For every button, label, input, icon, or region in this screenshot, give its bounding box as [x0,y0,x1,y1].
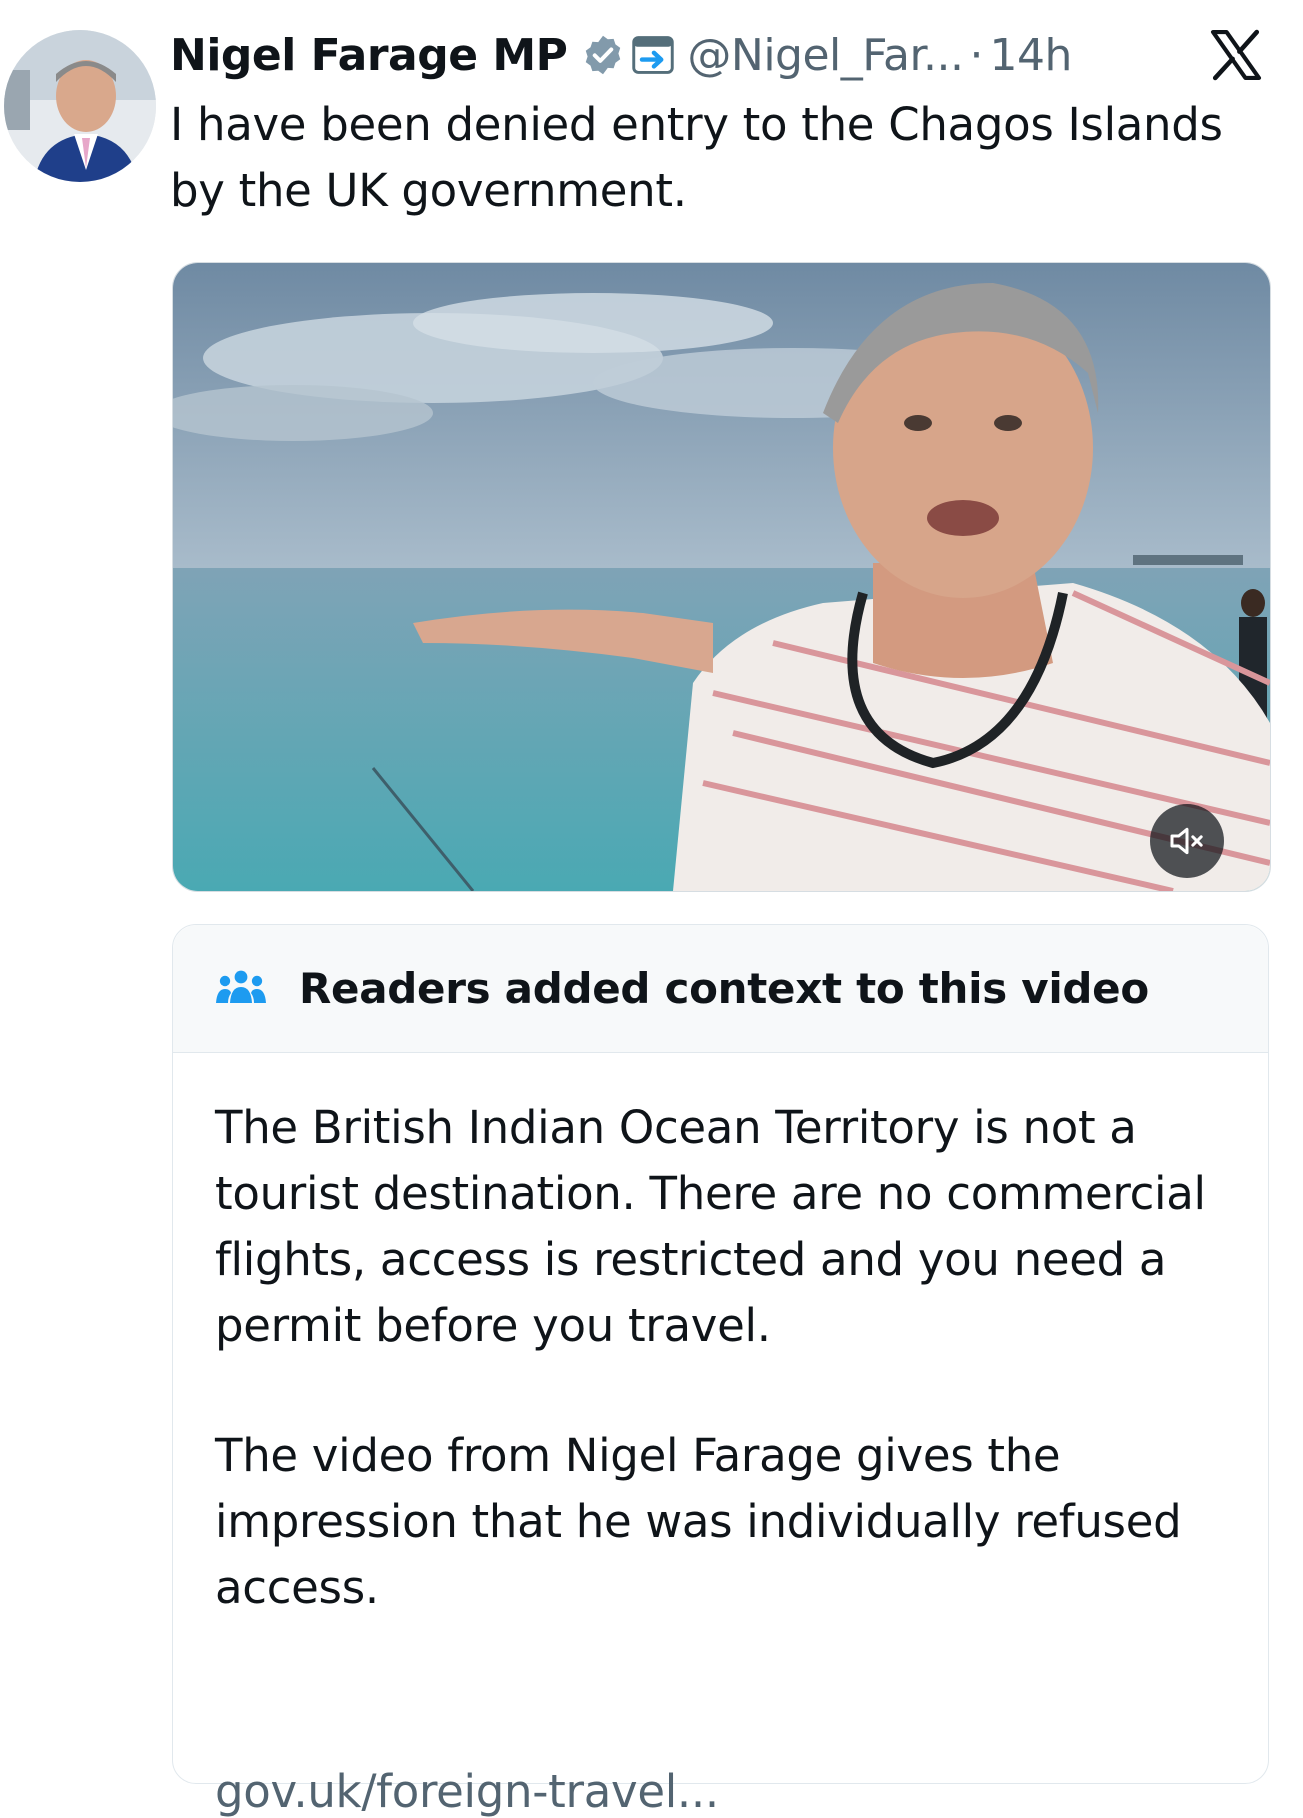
community-note-header[interactable]: Readers added context to this video [173,925,1268,1053]
community-note: Readers added context to this video The … [172,924,1269,1818]
avatar-image [4,30,156,182]
muted-speaker-icon [1170,827,1203,855]
video-frame [173,263,1270,891]
x-logo-icon[interactable] [1207,26,1265,84]
community-note-paragraph: The video from Nigel Farage gives the im… [215,1429,1182,1614]
tweet-header: Nigel Farage MP @Nigel_Far... · 14h [170,22,1290,88]
user-handle[interactable]: @Nigel_Far... [687,30,964,81]
mute-button[interactable] [1150,804,1224,878]
people-icon [216,970,266,1003]
video-player[interactable] [172,262,1271,892]
community-note-body: The British Indian Ocean Territory is no… [173,1053,1268,1818]
display-name[interactable]: Nigel Farage MP [170,30,568,81]
community-note-title: Readers added context to this video [299,964,1149,1013]
community-note-paragraph: The British Indian Ocean Territory is no… [215,1101,1206,1352]
community-note-source-link[interactable]: gov.uk/foreign-travel... [215,1765,719,1818]
avatar[interactable] [4,30,156,182]
separator-dot: · [969,29,984,81]
tweet-text: I have been denied entry to the Chagos I… [170,98,1223,217]
timestamp[interactable]: 14h [990,30,1073,81]
verified-badge-icon [586,35,621,75]
government-affiliation-icon [632,36,675,74]
